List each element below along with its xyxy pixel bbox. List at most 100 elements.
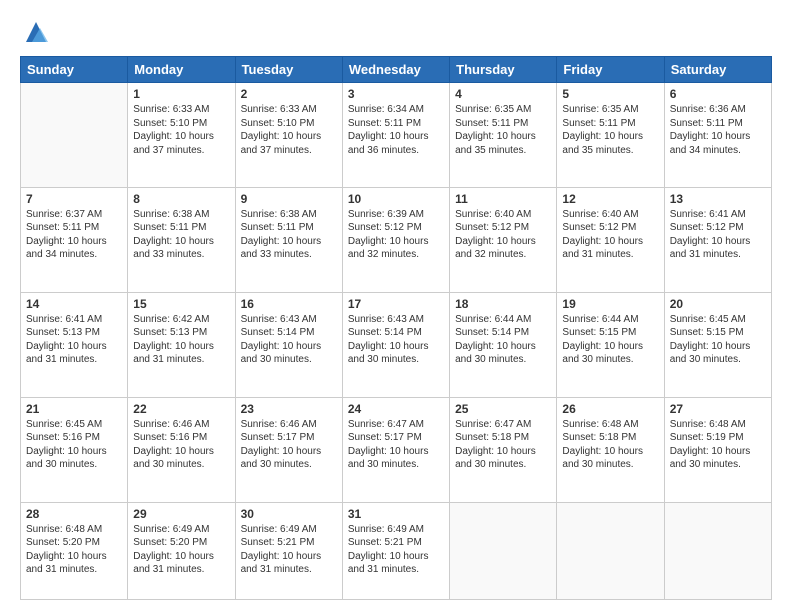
day-number: 10 bbox=[348, 192, 444, 206]
day-info: Sunrise: 6:48 AM Sunset: 5:18 PM Dayligh… bbox=[562, 418, 658, 472]
calendar-cell: 25 Sunrise: 6:47 AM Sunset: 5:18 PM Dayli… bbox=[450, 397, 557, 502]
day-info: Sunrise: 6:49 AM Sunset: 5:20 PM Dayligh… bbox=[133, 523, 229, 577]
calendar-cell: 21 Sunrise: 6:45 AM Sunset: 5:16 PM Dayli… bbox=[21, 397, 128, 502]
calendar-cell: 1 Sunrise: 6:33 AM Sunset: 5:10 PM Daylig… bbox=[128, 83, 235, 188]
calendar-cell bbox=[21, 83, 128, 188]
day-number: 30 bbox=[241, 507, 337, 521]
calendar-cell: 27 Sunrise: 6:48 AM Sunset: 5:19 PM Dayli… bbox=[664, 397, 771, 502]
day-number: 28 bbox=[26, 507, 122, 521]
calendar-cell: 26 Sunrise: 6:48 AM Sunset: 5:18 PM Dayli… bbox=[557, 397, 664, 502]
calendar-cell: 9 Sunrise: 6:38 AM Sunset: 5:11 PM Daylig… bbox=[235, 187, 342, 292]
day-info: Sunrise: 6:49 AM Sunset: 5:21 PM Dayligh… bbox=[348, 523, 444, 577]
calendar-week-row: 28 Sunrise: 6:48 AM Sunset: 5:20 PM Dayli… bbox=[21, 502, 772, 600]
calendar-day-header: Tuesday bbox=[235, 57, 342, 83]
day-number: 29 bbox=[133, 507, 229, 521]
day-number: 1 bbox=[133, 87, 229, 101]
day-number: 15 bbox=[133, 297, 229, 311]
day-number: 4 bbox=[455, 87, 551, 101]
day-number: 13 bbox=[670, 192, 766, 206]
header bbox=[20, 18, 772, 46]
calendar-day-header: Sunday bbox=[21, 57, 128, 83]
calendar-week-row: 14Sunrise: 6:41 AM Sunset: 5:13 PM Dayli… bbox=[21, 292, 772, 397]
day-info: Sunrise: 6:37 AM Sunset: 5:11 PM Dayligh… bbox=[26, 208, 122, 262]
day-info: Sunrise: 6:44 AM Sunset: 5:15 PM Dayligh… bbox=[562, 313, 658, 367]
day-info: Sunrise: 6:47 AM Sunset: 5:18 PM Dayligh… bbox=[455, 418, 551, 472]
calendar-cell: 10Sunrise: 6:39 AM Sunset: 5:12 PM Dayli… bbox=[342, 187, 449, 292]
day-info: Sunrise: 6:46 AM Sunset: 5:16 PM Dayligh… bbox=[133, 418, 229, 472]
page: SundayMondayTuesdayWednesdayThursdayFrid… bbox=[0, 0, 792, 612]
day-number: 17 bbox=[348, 297, 444, 311]
day-info: Sunrise: 6:44 AM Sunset: 5:14 PM Dayligh… bbox=[455, 313, 551, 367]
calendar-week-row: 7 Sunrise: 6:37 AM Sunset: 5:11 PM Daylig… bbox=[21, 187, 772, 292]
calendar-day-header: Monday bbox=[128, 57, 235, 83]
day-info: Sunrise: 6:35 AM Sunset: 5:11 PM Dayligh… bbox=[455, 103, 551, 157]
day-info: Sunrise: 6:48 AM Sunset: 5:20 PM Dayligh… bbox=[26, 523, 122, 577]
day-number: 22 bbox=[133, 402, 229, 416]
day-number: 21 bbox=[26, 402, 122, 416]
day-number: 19 bbox=[562, 297, 658, 311]
logo-icon bbox=[22, 18, 50, 46]
calendar-week-row: 21 Sunrise: 6:45 AM Sunset: 5:16 PM Dayli… bbox=[21, 397, 772, 502]
day-info: Sunrise: 6:43 AM Sunset: 5:14 PM Dayligh… bbox=[241, 313, 337, 367]
calendar-day-header: Friday bbox=[557, 57, 664, 83]
day-number: 31 bbox=[348, 507, 444, 521]
day-info: Sunrise: 6:33 AM Sunset: 5:10 PM Dayligh… bbox=[241, 103, 337, 157]
day-number: 23 bbox=[241, 402, 337, 416]
day-number: 7 bbox=[26, 192, 122, 206]
day-number: 8 bbox=[133, 192, 229, 206]
day-number: 20 bbox=[670, 297, 766, 311]
day-number: 14 bbox=[26, 297, 122, 311]
day-info: Sunrise: 6:43 AM Sunset: 5:14 PM Dayligh… bbox=[348, 313, 444, 367]
calendar-cell: 23Sunrise: 6:46 AM Sunset: 5:17 PM Dayli… bbox=[235, 397, 342, 502]
day-number: 6 bbox=[670, 87, 766, 101]
day-number: 3 bbox=[348, 87, 444, 101]
day-number: 26 bbox=[562, 402, 658, 416]
calendar-cell: 4 Sunrise: 6:35 AM Sunset: 5:11 PM Daylig… bbox=[450, 83, 557, 188]
day-number: 16 bbox=[241, 297, 337, 311]
day-info: Sunrise: 6:38 AM Sunset: 5:11 PM Dayligh… bbox=[241, 208, 337, 262]
calendar-cell: 5Sunrise: 6:35 AM Sunset: 5:11 PM Daylig… bbox=[557, 83, 664, 188]
day-info: Sunrise: 6:42 AM Sunset: 5:13 PM Dayligh… bbox=[133, 313, 229, 367]
calendar-header-row: SundayMondayTuesdayWednesdayThursdayFrid… bbox=[21, 57, 772, 83]
day-number: 12 bbox=[562, 192, 658, 206]
calendar-day-header: Saturday bbox=[664, 57, 771, 83]
day-info: Sunrise: 6:33 AM Sunset: 5:10 PM Dayligh… bbox=[133, 103, 229, 157]
calendar-cell: 20 Sunrise: 6:45 AM Sunset: 5:15 PM Dayli… bbox=[664, 292, 771, 397]
calendar-cell: 13Sunrise: 6:41 AM Sunset: 5:12 PM Dayli… bbox=[664, 187, 771, 292]
calendar-cell: 14Sunrise: 6:41 AM Sunset: 5:13 PM Dayli… bbox=[21, 292, 128, 397]
day-info: Sunrise: 6:48 AM Sunset: 5:19 PM Dayligh… bbox=[670, 418, 766, 472]
calendar-cell: 8Sunrise: 6:38 AM Sunset: 5:11 PM Daylig… bbox=[128, 187, 235, 292]
day-number: 24 bbox=[348, 402, 444, 416]
calendar-cell bbox=[557, 502, 664, 600]
day-info: Sunrise: 6:45 AM Sunset: 5:15 PM Dayligh… bbox=[670, 313, 766, 367]
calendar-cell: 31 Sunrise: 6:49 AM Sunset: 5:21 PM Dayli… bbox=[342, 502, 449, 600]
day-number: 9 bbox=[241, 192, 337, 206]
calendar-cell: 24 Sunrise: 6:47 AM Sunset: 5:17 PM Dayli… bbox=[342, 397, 449, 502]
logo bbox=[20, 18, 50, 46]
calendar-cell: 18 Sunrise: 6:44 AM Sunset: 5:14 PM Dayli… bbox=[450, 292, 557, 397]
calendar-cell: 16 Sunrise: 6:43 AM Sunset: 5:14 PM Dayli… bbox=[235, 292, 342, 397]
calendar-cell: 12Sunrise: 6:40 AM Sunset: 5:12 PM Dayli… bbox=[557, 187, 664, 292]
calendar-cell: 2 Sunrise: 6:33 AM Sunset: 5:10 PM Daylig… bbox=[235, 83, 342, 188]
day-info: Sunrise: 6:40 AM Sunset: 5:12 PM Dayligh… bbox=[455, 208, 551, 262]
calendar-day-header: Wednesday bbox=[342, 57, 449, 83]
day-info: Sunrise: 6:47 AM Sunset: 5:17 PM Dayligh… bbox=[348, 418, 444, 472]
calendar-cell: 22 Sunrise: 6:46 AM Sunset: 5:16 PM Dayli… bbox=[128, 397, 235, 502]
day-info: Sunrise: 6:36 AM Sunset: 5:11 PM Dayligh… bbox=[670, 103, 766, 157]
calendar-cell: 19 Sunrise: 6:44 AM Sunset: 5:15 PM Dayli… bbox=[557, 292, 664, 397]
calendar-cell: 11Sunrise: 6:40 AM Sunset: 5:12 PM Dayli… bbox=[450, 187, 557, 292]
calendar-cell bbox=[450, 502, 557, 600]
calendar-week-row: 1 Sunrise: 6:33 AM Sunset: 5:10 PM Daylig… bbox=[21, 83, 772, 188]
day-info: Sunrise: 6:34 AM Sunset: 5:11 PM Dayligh… bbox=[348, 103, 444, 157]
calendar-table: SundayMondayTuesdayWednesdayThursdayFrid… bbox=[20, 56, 772, 600]
day-number: 18 bbox=[455, 297, 551, 311]
day-number: 2 bbox=[241, 87, 337, 101]
day-number: 27 bbox=[670, 402, 766, 416]
calendar-cell: 28 Sunrise: 6:48 AM Sunset: 5:20 PM Dayli… bbox=[21, 502, 128, 600]
calendar-cell: 15 Sunrise: 6:42 AM Sunset: 5:13 PM Dayli… bbox=[128, 292, 235, 397]
day-number: 25 bbox=[455, 402, 551, 416]
calendar-cell: 30Sunrise: 6:49 AM Sunset: 5:21 PM Dayli… bbox=[235, 502, 342, 600]
calendar-cell bbox=[664, 502, 771, 600]
day-info: Sunrise: 6:45 AM Sunset: 5:16 PM Dayligh… bbox=[26, 418, 122, 472]
calendar-cell: 6 Sunrise: 6:36 AM Sunset: 5:11 PM Daylig… bbox=[664, 83, 771, 188]
